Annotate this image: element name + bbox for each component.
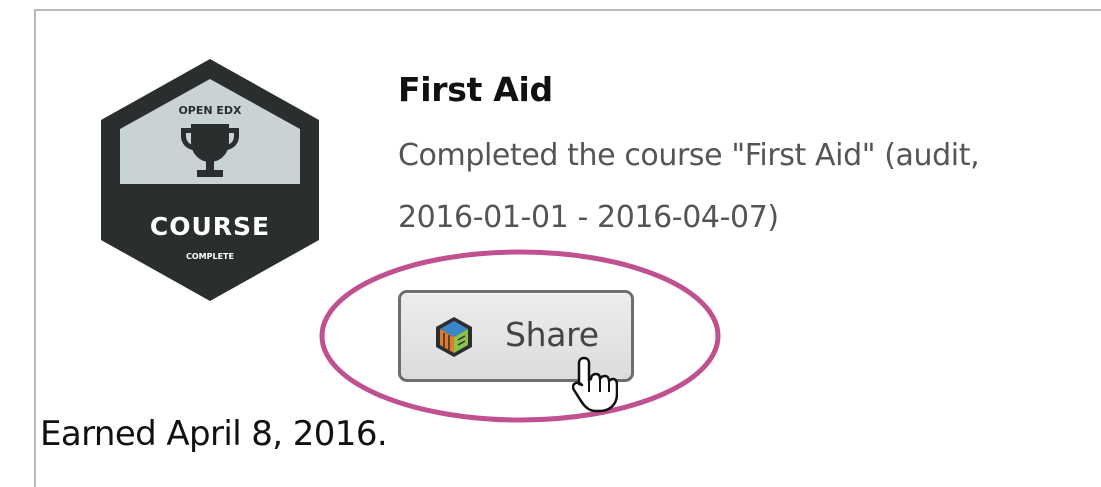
earned-date-text: Earned April 8, 2016.: [40, 414, 388, 454]
share-logo-icon: [436, 317, 472, 357]
course-description-line: Completed the course "First Aid" (audit,: [398, 138, 980, 173]
course-description-line: 2016-01-01 - 2016-04-07): [398, 200, 779, 235]
course-title: First Aid: [398, 70, 553, 109]
badge-sub-text: COMPLETE: [186, 252, 234, 261]
badge-top-text: OPEN EDX: [178, 104, 242, 117]
badge-main-text: COURSE: [150, 212, 270, 241]
share-button-label: Share: [505, 315, 599, 354]
course-badge-image: OPEN EDX COURSE COMPLETE: [97, 56, 323, 304]
card-top-border: [34, 9, 1101, 11]
card-left-border: [34, 9, 36, 487]
course-description: Completed the course "First Aid" (audit,…: [398, 125, 1098, 249]
hand-pointer-cursor-icon: [572, 356, 618, 413]
badge-card: OPEN EDX COURSE COMPLETE First Aid Compl…: [0, 0, 1101, 487]
